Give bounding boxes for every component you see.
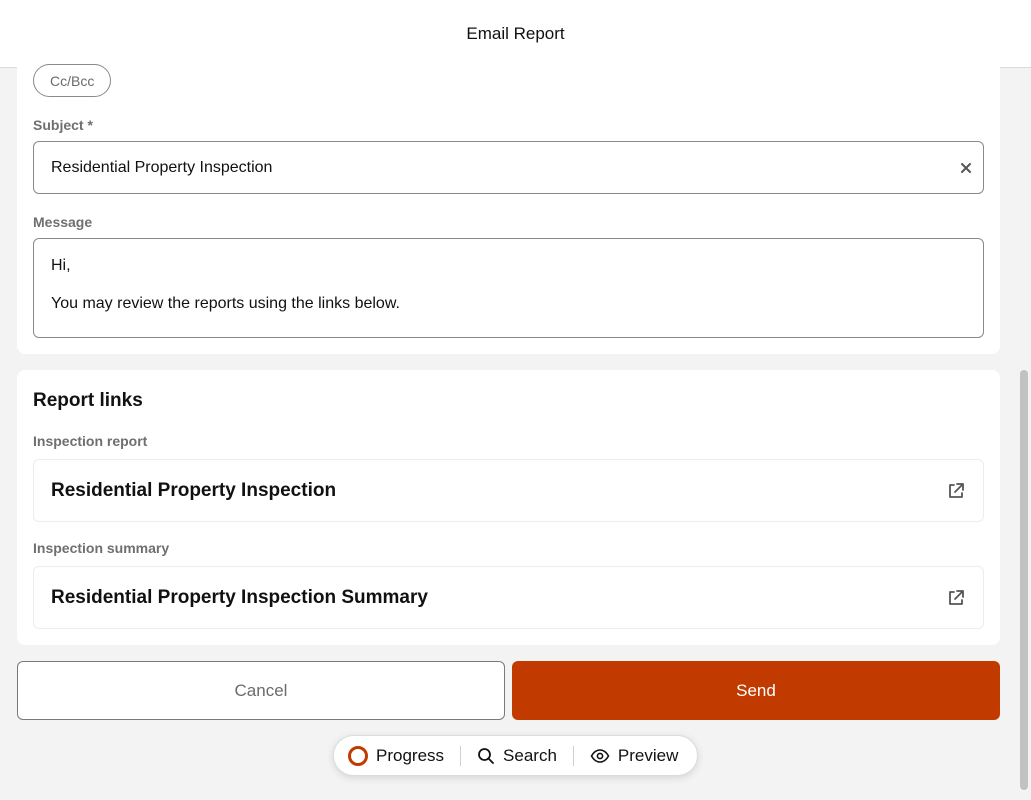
progress-label: Progress	[376, 745, 445, 765]
cc-bcc-button[interactable]: Cc/Bcc	[33, 64, 112, 97]
message-line: Hi,	[51, 257, 71, 274]
toolbar-divider	[460, 745, 462, 766]
inspection-report-link-text: Residential Property Inspection	[51, 479, 337, 501]
progress-ring-icon	[348, 745, 368, 766]
message-label: Message	[33, 214, 93, 230]
floating-toolbar: Progress Search Preview	[333, 735, 698, 776]
inspection-report-label: Inspection report	[33, 433, 148, 449]
inspection-summary-label: Inspection summary	[33, 540, 170, 556]
cancel-button[interactable]: Cancel	[17, 661, 505, 720]
email-form-card: Cc/Bcc Subject * Residential Property In…	[17, 50, 1000, 354]
inspection-report-link[interactable]: Residential Property Inspection	[33, 459, 984, 522]
send-button[interactable]: Send	[512, 661, 1000, 720]
message-line: You may review the reports using the lin…	[51, 295, 400, 312]
report-links-title: Report links	[33, 390, 143, 411]
preview-label: Preview	[617, 745, 679, 765]
toolbar-divider	[572, 745, 574, 766]
inspection-summary-link[interactable]: Residential Property Inspection Summary	[33, 566, 984, 629]
preview-button[interactable]: Preview	[590, 746, 678, 766]
page-title: Email Report	[466, 23, 565, 43]
subject-input[interactable]: Residential Property Inspection	[33, 141, 984, 194]
progress-button[interactable]: Progress	[348, 745, 445, 766]
eye-icon	[590, 748, 610, 763]
search-label: Search	[503, 745, 557, 765]
message-textarea[interactable]: Hi, You may review the reports using the…	[33, 238, 984, 338]
subject-value: Residential Property Inspection	[51, 158, 273, 176]
search-icon	[478, 747, 494, 764]
report-links-card: Report links Inspection report Residenti…	[17, 370, 1000, 645]
subject-label: Subject *	[33, 117, 93, 133]
external-link-icon[interactable]	[946, 481, 966, 501]
external-link-icon[interactable]	[946, 588, 966, 608]
scrollbar-thumb[interactable]	[1020, 370, 1028, 790]
inspection-summary-link-text: Residential Property Inspection Summary	[51, 586, 428, 608]
search-button[interactable]: Search	[477, 746, 557, 766]
clear-icon[interactable]	[959, 161, 973, 175]
